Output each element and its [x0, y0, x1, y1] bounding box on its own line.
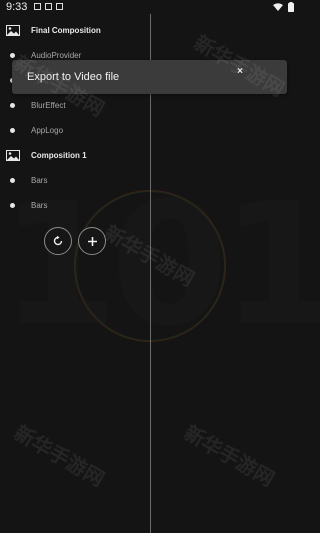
layer-label: AppLogo [31, 126, 64, 135]
bullet-icon [10, 128, 15, 133]
image-composition-icon [6, 25, 20, 36]
layer-label: Composition 1 [31, 151, 87, 160]
status-right-icons [273, 2, 294, 12]
layer-label: Bars [31, 201, 48, 210]
bullet-icon [10, 103, 15, 108]
reset-button[interactable] [44, 227, 72, 255]
plus-icon [87, 236, 97, 246]
bullet-icon [10, 53, 15, 58]
wifi-icon [273, 3, 283, 11]
watermark: 新华手游网 [179, 420, 279, 492]
bullet-icon [10, 178, 15, 183]
notification-square-icon [56, 3, 63, 10]
refresh-icon [53, 235, 63, 246]
layer-label: Final Composition [31, 26, 101, 35]
notification-square-icon [34, 3, 41, 10]
battery-icon [288, 2, 294, 12]
layer-row-composition-1[interactable]: Composition 1 [0, 143, 150, 168]
notification-square-icon [45, 3, 52, 10]
layer-row-app-logo[interactable]: AppLogo [0, 118, 150, 143]
status-bar: 9:33 [0, 0, 300, 14]
image-composition-icon [6, 150, 20, 161]
layer-row-bars[interactable]: Bars [0, 193, 150, 218]
status-left-icons [34, 3, 63, 10]
layer-row-bars[interactable]: Bars [0, 168, 150, 193]
layer-row-final-composition[interactable]: Final Composition [0, 18, 150, 43]
layer-label: BlurEffect [31, 101, 66, 110]
layer-label: Bars [31, 176, 48, 185]
watermark: 新华手游网 [9, 420, 109, 492]
bullet-icon [10, 203, 15, 208]
status-time: 9:33 [6, 1, 28, 13]
